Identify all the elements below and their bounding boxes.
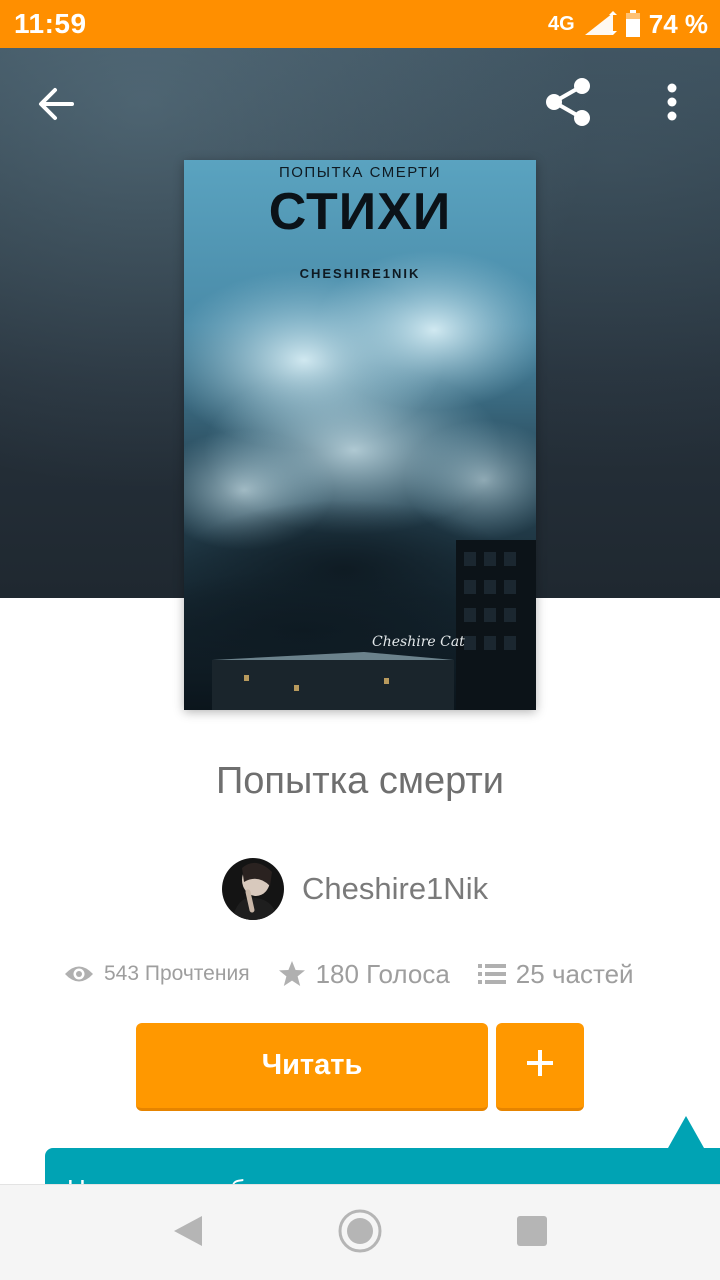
status-indicators: 4G 74 % xyxy=(548,8,708,40)
nav-back-button[interactable] xyxy=(166,1211,210,1255)
nav-recents-button[interactable] xyxy=(510,1211,554,1255)
star-icon xyxy=(278,960,306,988)
cover-author: CHESHIRE1NIK xyxy=(299,266,421,281)
nav-recents-icon xyxy=(516,1215,548,1252)
battery-icon xyxy=(625,10,641,38)
author-name[interactable]: Cheshire1Nik xyxy=(302,871,488,907)
story-title: Попытка смерти xyxy=(215,760,505,802)
share-icon xyxy=(542,76,594,133)
nav-home-button[interactable] xyxy=(336,1209,384,1257)
share-button[interactable] xyxy=(540,76,596,132)
system-nav-bar xyxy=(0,1184,720,1280)
nav-home-icon xyxy=(337,1208,383,1259)
more-options-button[interactable] xyxy=(650,78,694,130)
votes-count: 180 Голоса xyxy=(315,958,450,989)
cover-artwork xyxy=(184,160,536,710)
more-vertical-icon xyxy=(666,82,678,127)
back-arrow-icon xyxy=(36,84,76,129)
back-button[interactable] xyxy=(30,80,82,132)
network-type: 4G xyxy=(548,12,575,35)
cover-signature: Cheshire Cat xyxy=(372,634,465,650)
tooltip-arrow xyxy=(668,1116,704,1148)
reads-stat: 543 Прочтения xyxy=(64,962,250,986)
plus-icon xyxy=(525,1048,555,1083)
parts-stat: 25 частей xyxy=(477,958,634,990)
signal-icon xyxy=(583,11,617,37)
battery-percent: 74 % xyxy=(648,8,708,39)
nav-back-icon xyxy=(172,1214,204,1253)
parts-count: 25 частей xyxy=(515,958,634,989)
status-time: 11:59 xyxy=(14,8,87,39)
add-to-library-button[interactable] xyxy=(496,1023,584,1111)
story-cover[interactable]: ПОПЫТКА СМЕРТИ СТИХИ CHESHIRE1NIK Cheshi… xyxy=(184,160,536,710)
eye-icon xyxy=(64,963,94,985)
cover-subtitle: ПОПЫТКА СМЕРТИ xyxy=(278,164,442,181)
reads-count: 543 Прочтения xyxy=(104,962,250,985)
list-icon xyxy=(477,962,506,986)
status-bar: 11:59 4G 74 % xyxy=(0,0,720,48)
votes-stat: 180 Голоса xyxy=(278,959,450,990)
cover-title: СТИХИ xyxy=(268,183,452,241)
avatar[interactable] xyxy=(222,858,284,920)
read-button[interactable]: Читать xyxy=(136,1023,488,1111)
story-stats: 543 Прочтения 180 Голоса 25 частей xyxy=(64,954,634,994)
author-link[interactable]: Cheshire1Nik xyxy=(222,858,488,920)
